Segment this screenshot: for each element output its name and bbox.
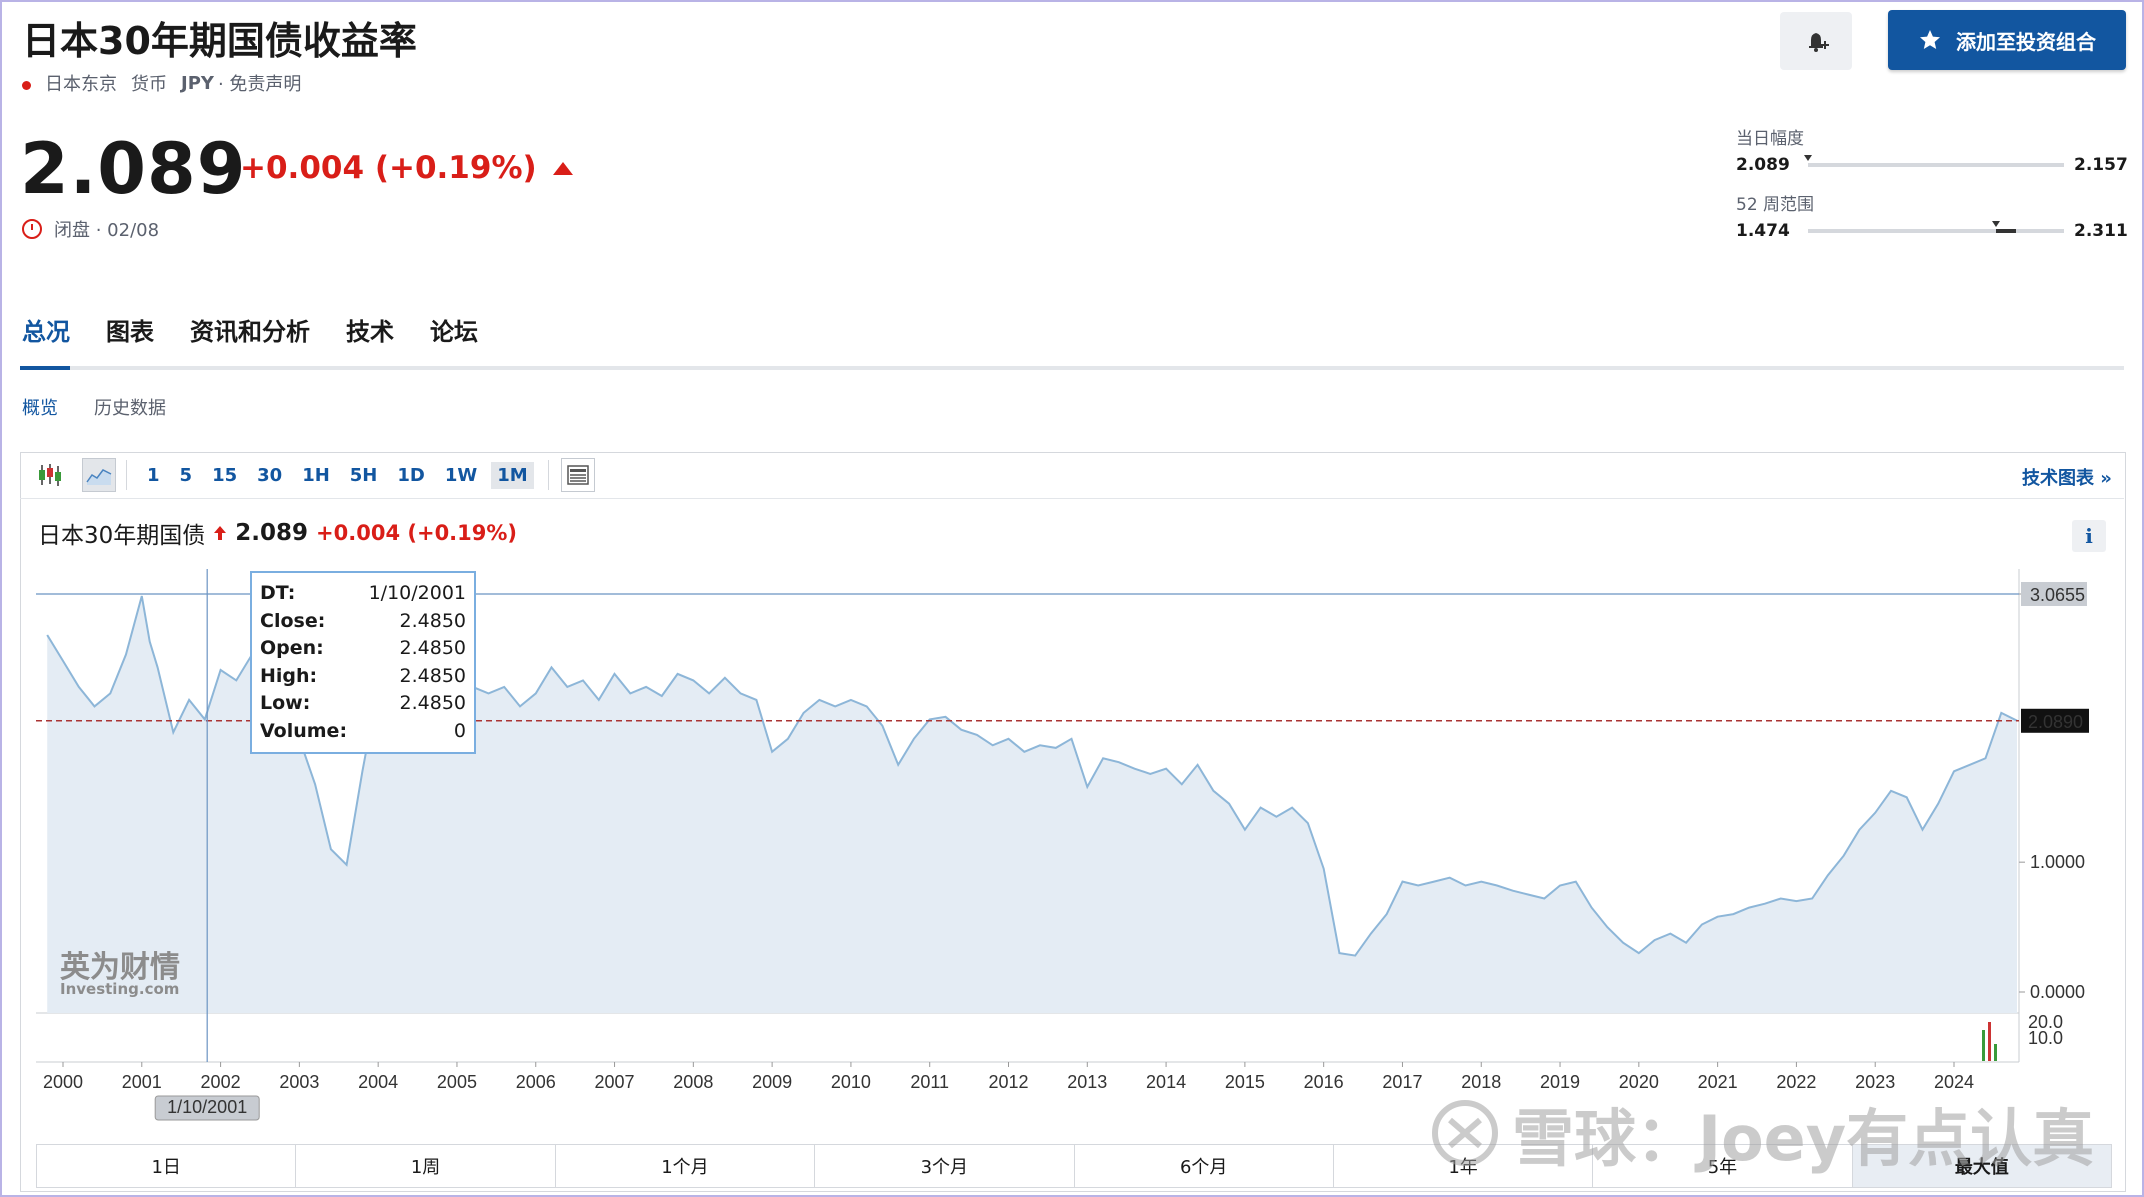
x-tick-label: 2007 (595, 1072, 635, 1092)
watermark-text: 雪球：Joey有点认真 (1512, 1102, 2095, 1175)
xueqiu-logo-icon (1432, 1100, 1498, 1166)
x-tick-label: 2009 (752, 1072, 792, 1092)
x-tick-label: 2014 (1146, 1072, 1186, 1092)
x-tick-label: 2001 (122, 1072, 162, 1092)
x-tick-label: 2010 (831, 1072, 871, 1092)
x-tick-label: 2008 (673, 1072, 713, 1092)
tooltip-row: DT: 1/10/2001 (260, 582, 466, 604)
investing-logo: 英为财情 Investing.com (60, 942, 180, 998)
period-1w[interactable]: 1周 (296, 1145, 556, 1187)
volume-bar (1982, 1030, 1985, 1061)
current-value-label: 2.0890 (2028, 712, 2083, 732)
y-tick-label: 1.0000 (2030, 852, 2085, 872)
max-value-label: 3.0655 (2030, 585, 2085, 605)
volume-bar (1988, 1022, 1991, 1061)
x-tick-label: 2012 (988, 1072, 1028, 1092)
x-tick-label: 2013 (1067, 1072, 1107, 1092)
volume-tick-label: 10.0 (2028, 1028, 2063, 1048)
tooltip-row: Close: 2.4850 (260, 609, 466, 632)
logo-en: Investing.com (60, 980, 180, 998)
x-tick-label: 2016 (1304, 1072, 1344, 1092)
x-tick-label: 2017 (1382, 1072, 1422, 1092)
period-1d[interactable]: 1日 (37, 1145, 297, 1187)
x-tick-label: 2004 (358, 1072, 398, 1092)
xueqiu-watermark: 雪球：Joey有点认真 (1430, 1088, 2094, 1178)
tooltip-row: Volume: 0 (260, 719, 466, 742)
period-1m[interactable]: 1个月 (556, 1145, 816, 1187)
tooltip-row: Open: 2.4850 (260, 637, 466, 659)
x-tick-label: 2015 (1225, 1072, 1265, 1092)
tooltip-row: Low: 2.4850 (260, 692, 466, 714)
x-tick-label: 2003 (279, 1072, 319, 1092)
x-tick-label: 2000 (43, 1072, 83, 1092)
x-tick-label: 2011 (910, 1072, 949, 1092)
cursor-date-label: 1/10/2001 (167, 1097, 247, 1117)
x-tick-label: 2002 (201, 1072, 241, 1092)
data-tooltip: DT: 1/10/2001 Close: 2.4850 Open: 2.4850 Hi… (250, 571, 476, 754)
y-tick-label: 0.0000 (2030, 982, 2085, 1002)
x-tick-label: 2005 (437, 1072, 477, 1092)
tooltip-row: High: 2.4850 (260, 664, 466, 687)
x-tick-label: 2006 (516, 1072, 556, 1092)
period-6m[interactable]: 6个月 (1075, 1145, 1334, 1187)
period-3m[interactable]: 3个月 (815, 1145, 1075, 1187)
volume-bar (1994, 1044, 1997, 1061)
